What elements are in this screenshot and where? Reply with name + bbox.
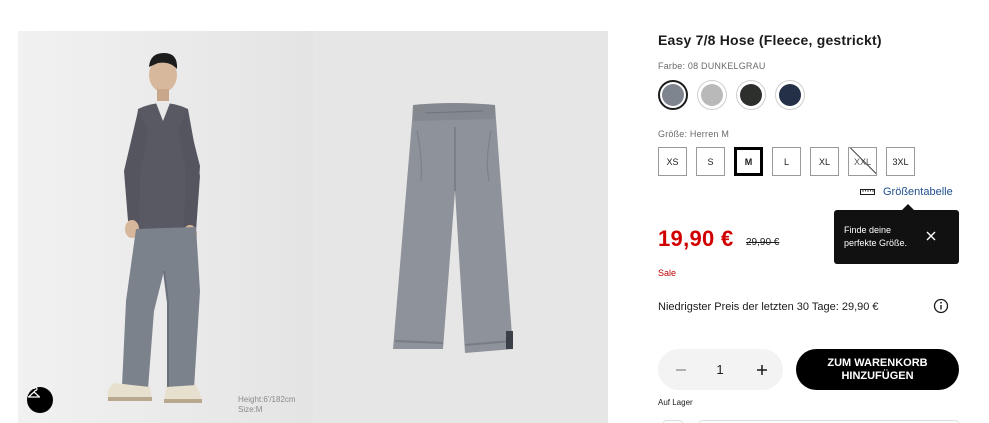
pants-illustration (313, 31, 608, 423)
size-label: Größe: Herren M (658, 129, 730, 139)
size-chart-link[interactable]: Größentabelle (860, 186, 953, 198)
hanger-button[interactable] (27, 387, 53, 413)
original-price: 29,90 € (746, 237, 780, 248)
model-caption: Height:6'/182cm Size:M (238, 395, 296, 415)
model-photo[interactable]: Height:6'/182cm Size:M (18, 31, 313, 423)
quantity-stepper: 1 (658, 349, 783, 390)
color-swatches (658, 80, 805, 110)
color-label: Farbe: 08 DUNKELGRAU (658, 61, 766, 71)
size-3xl[interactable]: 3XL (886, 147, 915, 176)
size-options: XS S M L XL XXL 3XL (658, 147, 915, 176)
hanger-icon (27, 387, 41, 398)
swatch-black[interactable] (736, 80, 766, 110)
product-photo[interactable] (313, 31, 608, 423)
size-xl[interactable]: XL (810, 147, 839, 176)
quantity-value[interactable]: 1 (710, 362, 730, 377)
product-info-panel: Easy 7/8 Hose (Fleece, gestrickt) Farbe:… (658, 0, 968, 423)
tooltip-text: Finde deine perfekte Größe. (844, 225, 908, 248)
minus-icon[interactable] (670, 359, 692, 381)
ruler-icon (860, 189, 875, 195)
product-title: Easy 7/8 Hose (Fleece, gestrickt) (658, 32, 882, 48)
info-icon[interactable] (933, 298, 949, 314)
model-illustration (18, 31, 313, 423)
swatch-light-gray[interactable] (697, 80, 727, 110)
model-size: Size:M (238, 405, 263, 414)
add-to-cart-button[interactable]: ZUM WARENKORB HINZUFÜGEN (796, 349, 959, 390)
size-m[interactable]: M (734, 147, 763, 176)
sale-badge: Sale (658, 268, 677, 278)
size-s[interactable]: S (696, 147, 725, 176)
swatch-dark-gray[interactable] (658, 80, 688, 110)
swatch-navy[interactable] (775, 80, 805, 110)
size-tooltip: Finde deine perfekte Größe. (834, 204, 959, 264)
model-height: Height:6'/182cm (238, 395, 296, 404)
size-chart-label[interactable]: Größentabelle (883, 186, 953, 198)
product-gallery: Height:6'/182cm Size:M (18, 31, 608, 423)
size-xs[interactable]: XS (658, 147, 687, 176)
lowest-price-note: Niedrigster Preis der letzten 30 Tage: 2… (658, 301, 879, 313)
add-to-cart-label: ZUM WARENKORB HINZUFÜGEN (827, 356, 928, 382)
close-icon[interactable] (924, 229, 938, 243)
current-price: 19,90 € (658, 226, 734, 251)
plus-icon[interactable] (751, 359, 773, 381)
stock-status: Auf Lager (658, 398, 693, 407)
size-l[interactable]: L (772, 147, 801, 176)
size-xxl[interactable]: XXL (848, 147, 877, 176)
